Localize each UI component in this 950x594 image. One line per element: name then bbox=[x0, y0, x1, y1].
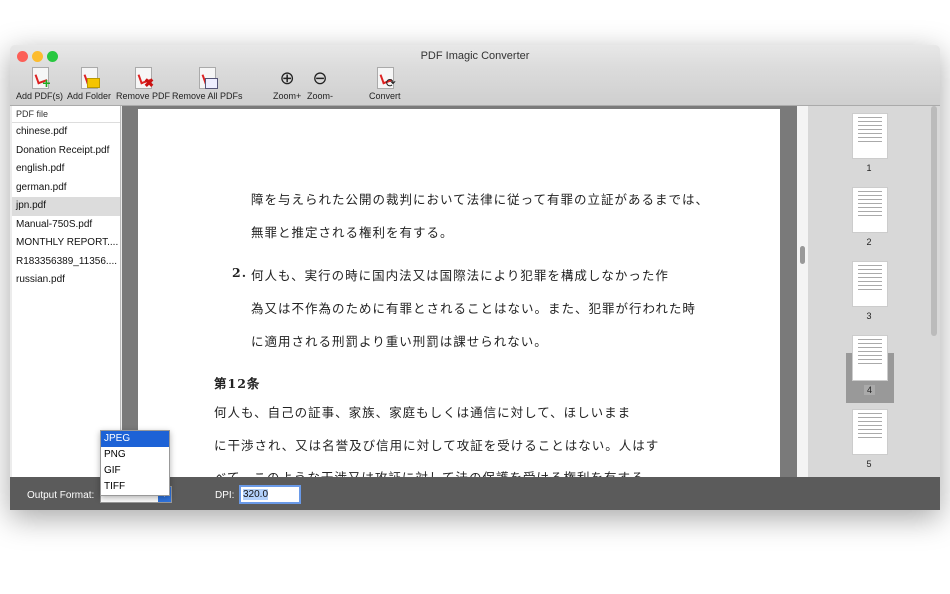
close-button[interactable] bbox=[17, 51, 28, 62]
zoom-out-button[interactable]: ⊖ Zoom- bbox=[307, 67, 333, 101]
text-line: に適用される刑罰より重い刑罰は課せられない。 bbox=[251, 334, 548, 349]
pdf-list-item[interactable]: russian.pdf bbox=[12, 271, 120, 290]
zoom-in-button[interactable]: ⊕ Zoom+ bbox=[273, 67, 301, 101]
pdf-list-item[interactable]: Donation Receipt.pdf bbox=[12, 142, 120, 161]
add-pdf-icon: + bbox=[29, 67, 51, 90]
item-number: 2. bbox=[232, 265, 248, 280]
pdf-list-item[interactable]: MONTHLY REPORT.... bbox=[12, 234, 120, 253]
page-thumbnail[interactable] bbox=[852, 409, 888, 455]
convert-icon: ⟳ bbox=[374, 67, 396, 89]
title-bar: PDF Imagic Converter bbox=[10, 45, 940, 67]
remove-pdf-icon: ✖ bbox=[132, 67, 154, 89]
text-line: 何人も、自己の証事、家族、家庭もしくは通信に対して、ほしいまま bbox=[214, 405, 632, 420]
remove-all-pdfs-button[interactable]: Remove All PDFs bbox=[172, 67, 243, 101]
add-folder-icon bbox=[78, 67, 101, 89]
zoom-out-icon: ⊖ bbox=[312, 68, 328, 88]
thumbnail-panel: 1 2 3 4 5 bbox=[808, 106, 940, 477]
page-number: 3 bbox=[866, 311, 872, 321]
zoom-window-button[interactable] bbox=[47, 51, 58, 62]
format-option[interactable]: GIF bbox=[101, 463, 169, 479]
label: Add PDF(s) bbox=[16, 91, 64, 101]
window-title: PDF Imagic Converter bbox=[420, 50, 530, 62]
remove-pdf-button[interactable]: ✖ Remove PDF bbox=[116, 67, 170, 101]
text-line: 何人も、実行の時に国内法又は国際法により犯罪を構成しなかった作 bbox=[251, 268, 669, 283]
section-heading: 第12条 bbox=[214, 376, 261, 391]
label: Convert bbox=[369, 91, 401, 101]
label: Add Folder bbox=[67, 91, 112, 101]
text-line: 為又は不作為のために有罪とされることはない。また、犯罪が行われた時 bbox=[251, 301, 696, 316]
page-thumbnail[interactable] bbox=[852, 335, 888, 381]
minimize-button[interactable] bbox=[32, 51, 43, 62]
document-viewer: 障を与えられた公開の裁判において法律に従って有罪の立証があるまでは、 無罪と推定… bbox=[122, 106, 797, 477]
pdf-page: 障を与えられた公開の裁判において法律に従って有罪の立証があるまでは、 無罪と推定… bbox=[138, 109, 780, 477]
page-number: 2 bbox=[866, 237, 872, 247]
scroll-thumb[interactable] bbox=[800, 246, 805, 264]
text-line: 無罪と推定される権利を有する。 bbox=[251, 225, 454, 240]
output-format-label: Output Format: bbox=[27, 490, 95, 501]
app-window: PDF Imagic Converter + Add PDF(s) Add Fol… bbox=[10, 45, 940, 510]
format-option[interactable]: JPEG bbox=[101, 431, 169, 447]
dpi-input[interactable]: 320.0 bbox=[239, 485, 301, 504]
label: Zoom- bbox=[307, 91, 334, 101]
label: Zoom+ bbox=[273, 91, 302, 101]
format-option[interactable]: PNG bbox=[101, 447, 169, 463]
pdf-list-item[interactable]: chinese.pdf bbox=[12, 123, 120, 142]
format-dropdown-menu: JPEG PNG GIF TIFF bbox=[100, 430, 170, 496]
add-folder-button[interactable]: Add Folder bbox=[67, 67, 111, 101]
page-number: 5 bbox=[866, 459, 872, 469]
label: Remove PDF bbox=[116, 91, 171, 101]
pdf-list-item[interactable]: R183356389_11356.... bbox=[12, 253, 120, 272]
page-thumbnail[interactable] bbox=[852, 261, 888, 307]
page-number: 1 bbox=[866, 163, 872, 173]
text-line: べて、このような干渉又は攻証に対して法の保護を受ける権利を有する。 bbox=[214, 467, 658, 477]
text-line: に干渉され、又は名誉及び信用に対して攻証を受けることはない。人はす bbox=[214, 438, 660, 453]
text-line: 障を与えられた公開の裁判において法律に従って有罪の立証があるまでは、 bbox=[251, 192, 710, 207]
list-header: PDF file bbox=[12, 106, 120, 123]
pdf-list-item[interactable]: jpn.pdf bbox=[12, 197, 120, 216]
vertical-scrollbar[interactable] bbox=[797, 106, 808, 477]
convert-button[interactable]: ⟳ Convert bbox=[369, 67, 401, 101]
remove-all-icon bbox=[196, 67, 219, 89]
pdf-list-item[interactable]: english.pdf bbox=[12, 160, 120, 179]
dpi-value: 320.0 bbox=[243, 489, 269, 500]
pdf-file-list: PDF file chinese.pdf Donation Receipt.pdf… bbox=[12, 106, 121, 477]
page-thumbnail[interactable] bbox=[852, 113, 888, 159]
pdf-list-item[interactable]: Manual-750S.pdf bbox=[12, 216, 120, 235]
page-number: 4 bbox=[864, 385, 875, 395]
pdf-list-item[interactable]: german.pdf bbox=[12, 179, 120, 198]
toolbar: + Add PDF(s) Add Folder ✖ Remove PDF Remov… bbox=[10, 67, 940, 106]
label: Remove All PDFs bbox=[172, 91, 243, 101]
add-pdfs-button[interactable]: + Add PDF(s) bbox=[16, 67, 63, 101]
zoom-in-icon: ⊕ bbox=[279, 68, 295, 88]
dpi-label: DPI: bbox=[215, 490, 235, 501]
page-thumbnail[interactable] bbox=[852, 187, 888, 233]
thumbnail-scrollbar[interactable] bbox=[931, 106, 937, 336]
format-option[interactable]: TIFF bbox=[101, 479, 169, 495]
